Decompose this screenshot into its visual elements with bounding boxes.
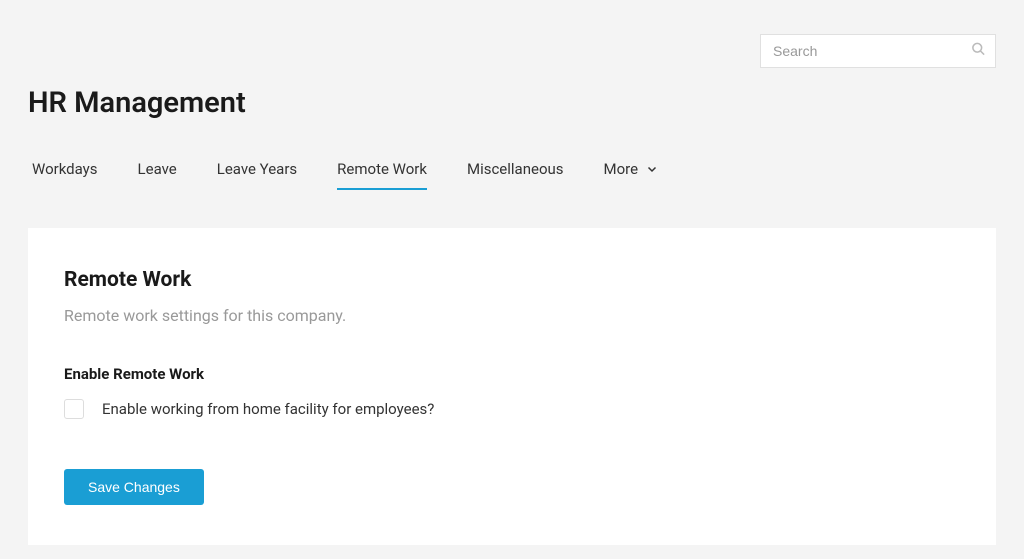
checkbox-row: Enable working from home facility for em…: [64, 399, 960, 419]
search-input[interactable]: [760, 34, 996, 68]
tab-miscellaneous[interactable]: Miscellaneous: [467, 160, 564, 190]
tab-more[interactable]: More: [604, 160, 659, 190]
tab-leave-years[interactable]: Leave Years: [217, 160, 297, 190]
tab-more-label: More: [604, 160, 639, 178]
settings-card: Remote Work Remote work settings for thi…: [28, 228, 996, 545]
card-subtitle: Remote work settings for this company.: [64, 306, 960, 325]
chevron-down-icon: [646, 163, 658, 175]
enable-remote-work-checkbox[interactable]: [64, 399, 84, 419]
search-box: [760, 34, 996, 68]
tab-remote-work[interactable]: Remote Work: [337, 160, 427, 190]
enable-remote-work-label: Enable working from home facility for em…: [102, 400, 434, 418]
save-changes-button[interactable]: Save Changes: [64, 469, 204, 505]
tabs: Workdays Leave Leave Years Remote Work M…: [28, 160, 996, 190]
tab-leave[interactable]: Leave: [138, 160, 177, 190]
tab-workdays[interactable]: Workdays: [32, 160, 98, 190]
page-title: HR Management: [28, 86, 996, 120]
field-label-enable-remote-work: Enable Remote Work: [64, 365, 960, 383]
card-title: Remote Work: [64, 268, 960, 292]
